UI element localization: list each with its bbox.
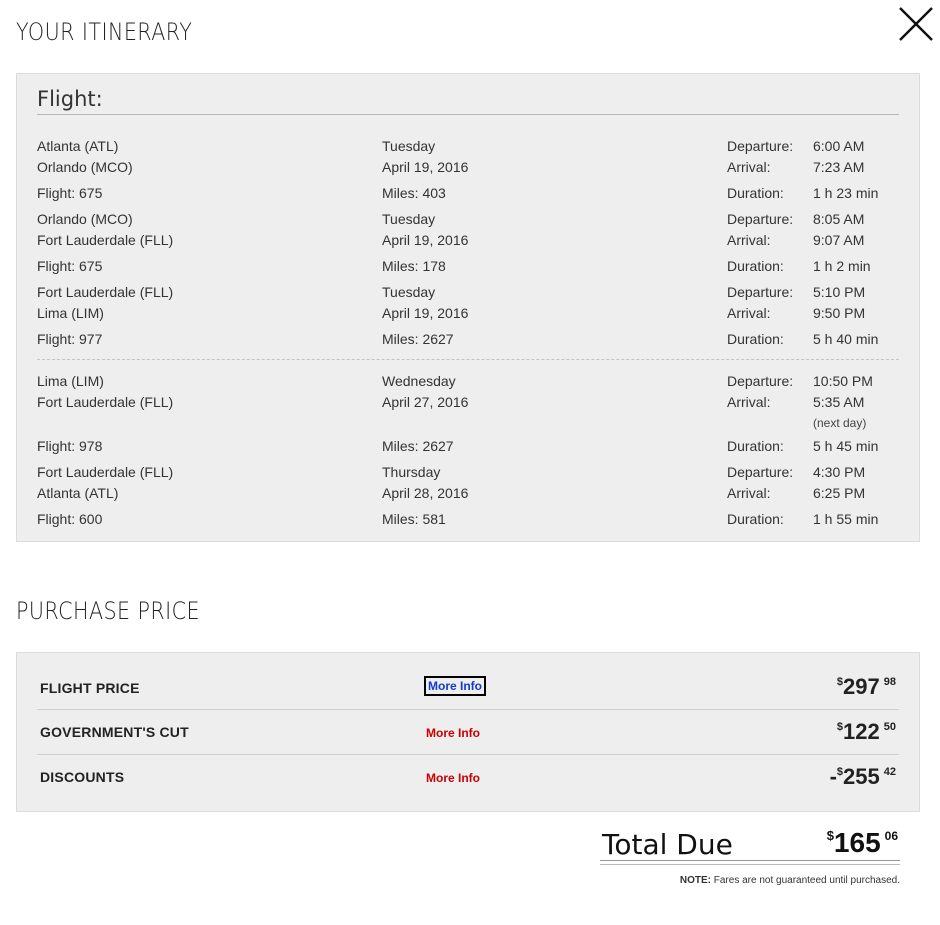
total-due: Total Due $165 06 xyxy=(600,826,900,866)
purchase-price-heading: PURCHASE PRICE xyxy=(16,597,200,625)
flight-number: Flight: 600 xyxy=(37,511,103,527)
flight-panel: Flight: Atlanta (ATL) Orlando (MCO) Tues… xyxy=(16,73,920,542)
departure-label: Departure: xyxy=(727,211,794,227)
more-info-link[interactable]: More Info xyxy=(426,771,480,785)
segment-day: Thursday xyxy=(382,464,441,480)
price-cents: 50 xyxy=(883,721,896,733)
segment-date: April 19, 2016 xyxy=(382,159,469,175)
segment-destination: Lima (LIM) xyxy=(37,305,104,321)
flight-number: Flight: 977 xyxy=(37,331,103,347)
departure-time: 6:00 AM xyxy=(813,138,865,154)
segment-day: Tuesday xyxy=(382,211,436,227)
segment-duration: 1 h 2 min xyxy=(813,258,871,274)
price-dollars: 122 xyxy=(843,719,880,744)
departure-label: Departure: xyxy=(727,284,794,300)
segment-duration: 1 h 23 min xyxy=(813,185,879,201)
duration-label: Duration: xyxy=(727,185,784,201)
departure-label: Departure: xyxy=(727,138,794,154)
segment-miles: Miles: 581 xyxy=(382,511,446,527)
departure-time: 4:30 PM xyxy=(813,464,866,480)
segment-date: April 19, 2016 xyxy=(382,232,469,248)
itinerary-heading: YOUR ITINERARY xyxy=(16,18,193,46)
price-cents: 42 xyxy=(883,766,896,778)
segment-miles: Miles: 2627 xyxy=(382,438,454,454)
close-icon[interactable] xyxy=(897,5,935,43)
flight-number: Flight: 978 xyxy=(37,438,103,454)
note-text: Fares are not guaranteed until purchased… xyxy=(710,875,900,886)
segment-destination: Atlanta (ATL) xyxy=(37,485,119,501)
currency-symbol: $ xyxy=(826,828,834,843)
segment-duration: 5 h 45 min xyxy=(813,438,879,454)
note-label: NOTE: xyxy=(679,875,711,886)
segment-miles: Miles: 2627 xyxy=(382,331,454,347)
price-row-flight: FLIGHT PRICE More Info $297 98 xyxy=(37,665,899,710)
flight-section-title: Flight: xyxy=(37,87,103,111)
price-label: DISCOUNTS xyxy=(40,769,125,785)
price-amount: -$255 42 xyxy=(830,766,896,788)
price-dollars: 255 xyxy=(843,764,880,789)
price-cents: 98 xyxy=(883,676,896,688)
total-dollars: 165 xyxy=(833,827,881,858)
segment-origin: Lima (LIM) xyxy=(37,373,104,389)
segment-day: Tuesday xyxy=(382,284,436,300)
segment-destination: Fort Lauderdale (FLL) xyxy=(37,394,174,410)
trip-divider xyxy=(37,359,899,360)
arrival-label: Arrival: xyxy=(727,394,771,410)
segment-destination: Orlando (MCO) xyxy=(37,159,133,175)
segment-origin: Fort Lauderdale (FLL) xyxy=(37,464,174,480)
total-underline xyxy=(600,864,900,865)
price-row-discounts: DISCOUNTS More Info -$255 42 xyxy=(37,755,899,800)
total-cents: 06 xyxy=(884,829,898,843)
arrival-time: 9:50 PM xyxy=(813,305,866,321)
duration-label: Duration: xyxy=(727,438,784,454)
price-dollars: 297 xyxy=(843,674,880,699)
segment-duration: 5 h 40 min xyxy=(813,331,879,347)
flight-number: Flight: 675 xyxy=(37,185,103,201)
flight-number: Flight: 675 xyxy=(37,258,103,274)
arrival-next-day-note: (next day) xyxy=(813,416,867,430)
price-label: GOVERNMENT'S CUT xyxy=(40,724,189,740)
more-info-link[interactable]: More Info xyxy=(424,676,486,696)
departure-time: 5:10 PM xyxy=(813,284,866,300)
segment-origin: Atlanta (ATL) xyxy=(37,138,119,154)
duration-label: Duration: xyxy=(727,258,784,274)
segment-day: Tuesday xyxy=(382,138,436,154)
total-due-label: Total Due xyxy=(602,828,733,861)
segment-day: Wednesday xyxy=(382,373,456,389)
segment-date: April 27, 2016 xyxy=(382,394,469,410)
segment-miles: Miles: 178 xyxy=(382,258,446,274)
arrival-label: Arrival: xyxy=(727,305,771,321)
duration-label: Duration: xyxy=(727,331,784,347)
total-underline xyxy=(600,860,900,861)
more-info-link[interactable]: More Info xyxy=(426,726,480,740)
title-divider xyxy=(37,114,899,115)
price-panel: FLIGHT PRICE More Info $297 98 GOVERNMENT… xyxy=(16,652,920,812)
duration-label: Duration: xyxy=(727,511,784,527)
arrival-time: 9:07 AM xyxy=(813,232,865,248)
price-amount: $122 50 xyxy=(837,721,896,743)
negative-sign: - xyxy=(829,764,837,789)
segment-duration: 1 h 55 min xyxy=(813,511,879,527)
arrival-label: Arrival: xyxy=(727,232,771,248)
segment-origin: Fort Lauderdale (FLL) xyxy=(37,284,174,300)
segment-miles: Miles: 403 xyxy=(382,185,446,201)
segment-date: April 19, 2016 xyxy=(382,305,469,321)
segment-destination: Fort Lauderdale (FLL) xyxy=(37,232,174,248)
departure-time: 10:50 PM xyxy=(813,373,873,389)
departure-time: 8:05 AM xyxy=(813,211,865,227)
departure-label: Departure: xyxy=(727,464,794,480)
segment-date: April 28, 2016 xyxy=(382,485,469,501)
arrival-time: 6:25 PM xyxy=(813,485,866,501)
price-label: FLIGHT PRICE xyxy=(40,680,140,696)
price-amount: $297 98 xyxy=(837,676,896,698)
arrival-label: Arrival: xyxy=(727,485,771,501)
arrival-time: 5:35 AM xyxy=(813,394,865,410)
segment-origin: Orlando (MCO) xyxy=(37,211,133,227)
arrival-time: 7:23 AM xyxy=(813,159,865,175)
price-row-government: GOVERNMENT'S CUT More Info $122 50 xyxy=(37,710,899,755)
total-due-amount: $165 06 xyxy=(827,829,898,857)
departure-label: Departure: xyxy=(727,373,794,389)
arrival-label: Arrival: xyxy=(727,159,771,175)
fare-note: NOTE: Fares are not guaranteed until pur… xyxy=(680,875,900,886)
